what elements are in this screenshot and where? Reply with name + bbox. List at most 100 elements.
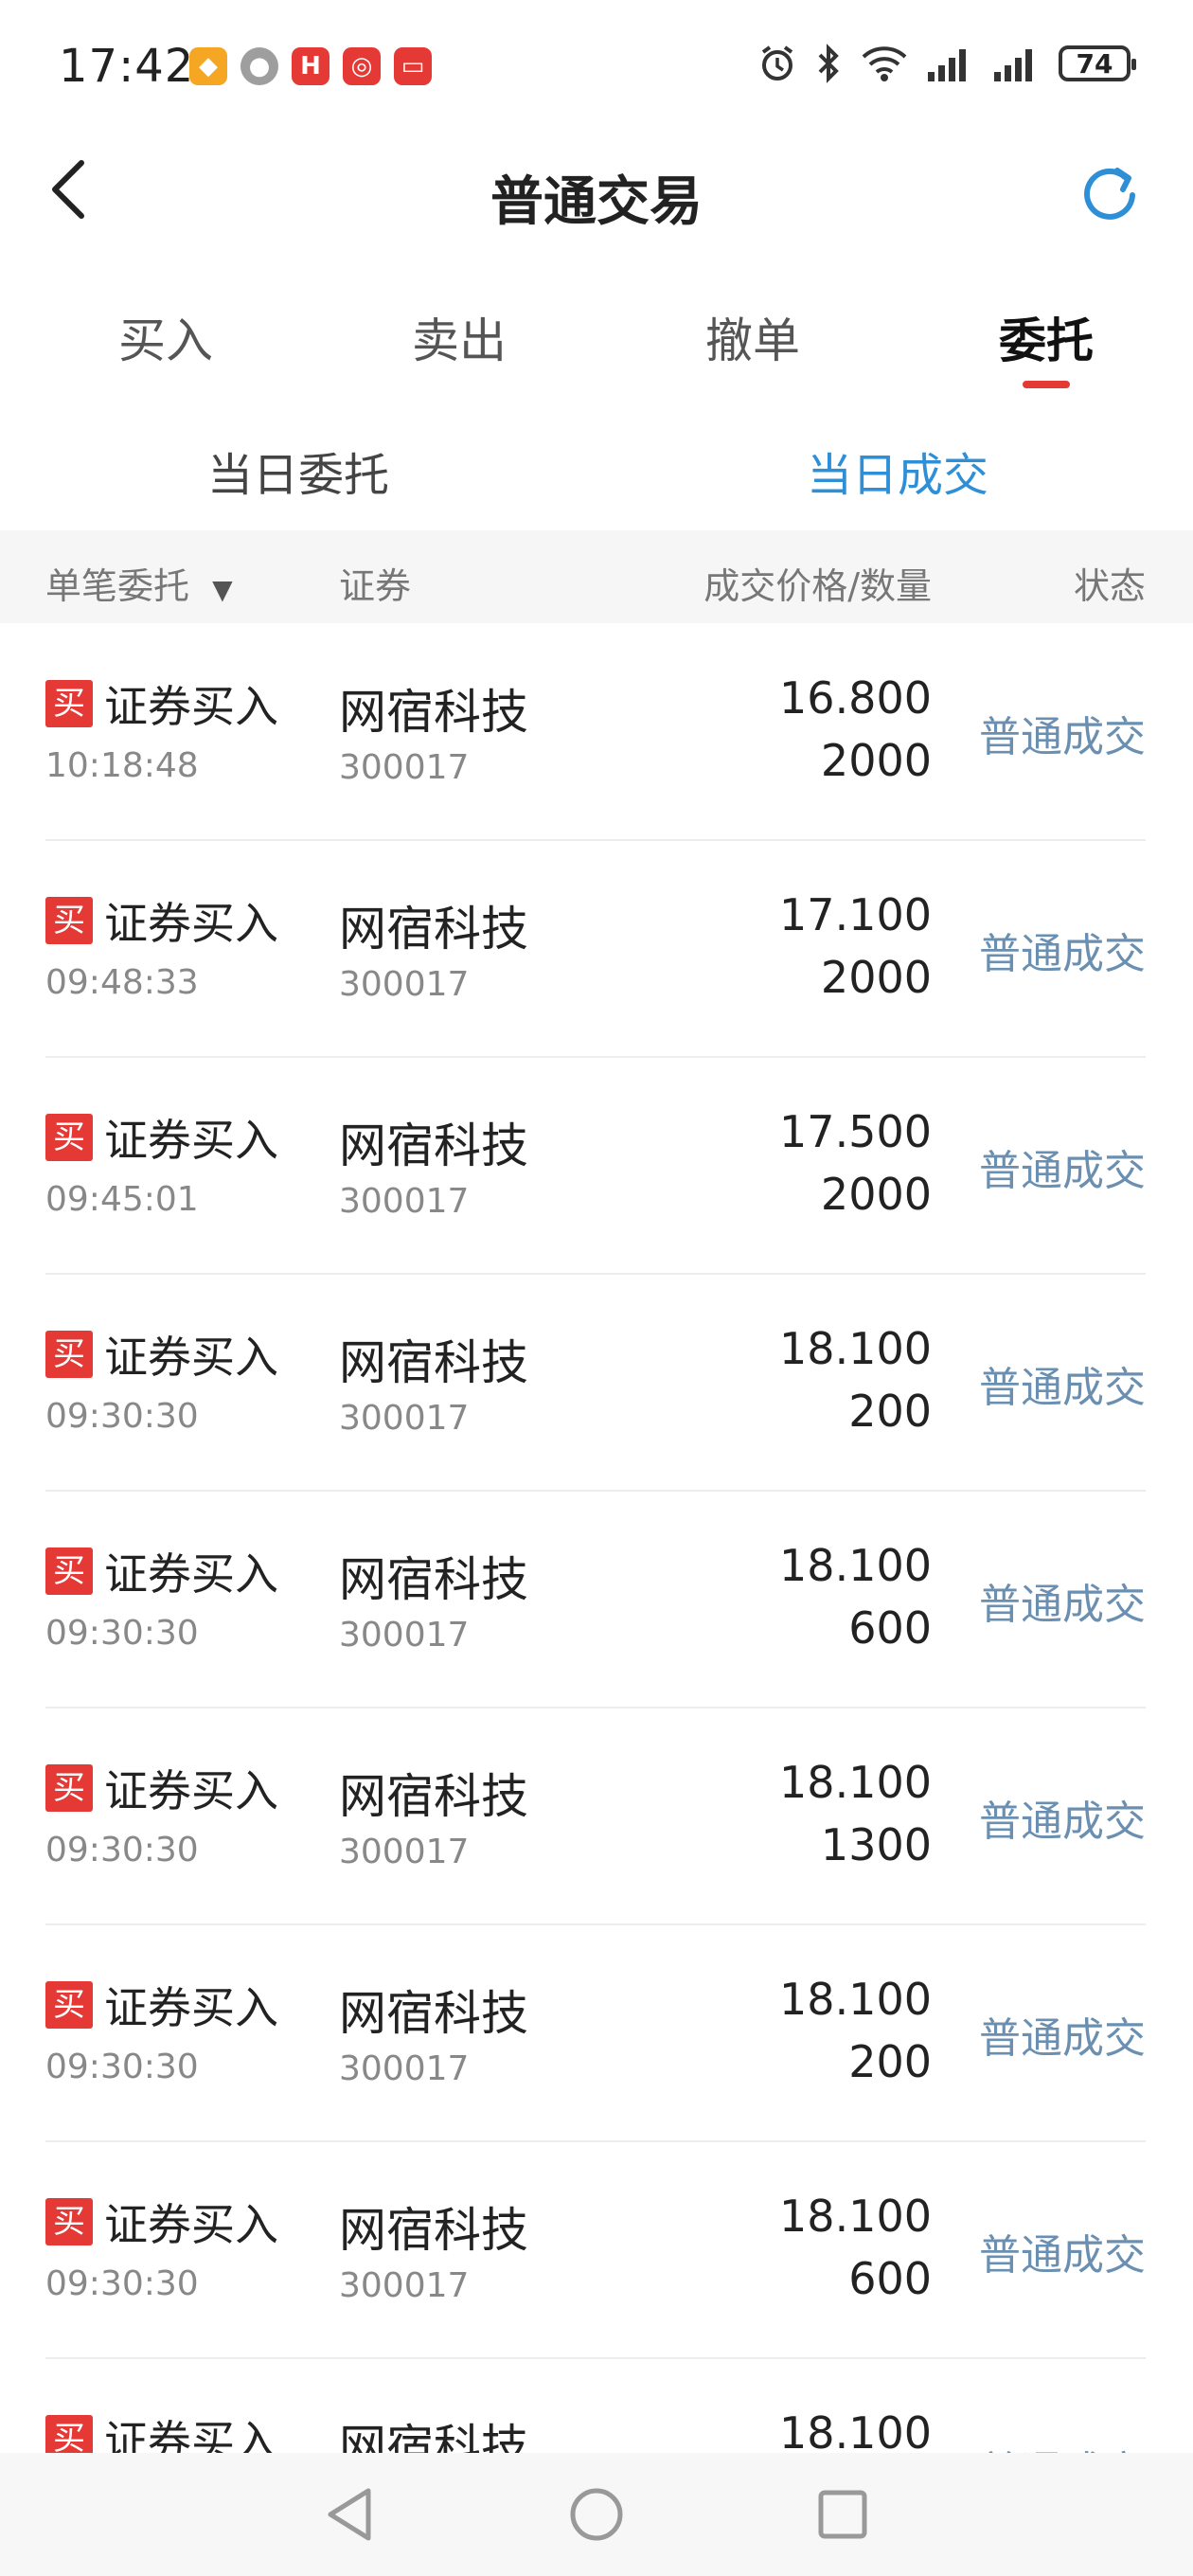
back-triangle-icon[interactable] [317,2481,383,2548]
caret-down-icon: ▼ [212,574,233,605]
security-name: 网宿科技 [339,1118,528,1173]
status-time: 17:42 [59,40,195,93]
column-status: 状态 [1073,565,1146,607]
filter-dropdown[interactable]: 单笔委托 ▼ [45,557,233,609]
trade-status: 普通成交 [979,2014,1146,2063]
security-name: 网宿科技 [339,1552,528,1607]
security-name: 网宿科技 [339,2203,528,2258]
tab-orders[interactable]: 委托 [952,303,1141,388]
tab-orders-label: 委托 [999,313,1094,368]
sub-tabs: 当日委托 当日成交 [0,417,1193,547]
trade-price: 16.800 [779,672,932,724]
trade-row[interactable]: 买 证券买入 09:48:33 网宿科技 300017 17.100 2000 … [45,840,1146,1058]
trade-row[interactable]: 买 证券买入 09:30:30 网宿科技 300017 18.100 200 普… [45,1274,1146,1492]
trade-row[interactable]: 买 证券买入 09:45:01 网宿科技 300017 17.500 2000 … [45,1057,1146,1275]
header: 普通交易 [0,133,1193,246]
trade-status: 普通成交 [979,2438,1146,2453]
bluetooth-icon [818,44,839,83]
system-icons: 74 [757,44,1136,83]
trade-row[interactable]: 买 证券买入 10:18:48 网宿科技 300017 16.800 2000 … [45,623,1146,841]
tab-sell[interactable]: 卖出 [365,303,554,371]
tab-buy[interactable]: 买入 [71,303,260,371]
trade-quantity: 600 [848,2253,932,2304]
trade-price: 18.100 [779,1323,932,1374]
buy-badge: 买 [45,1114,93,1161]
trade-quantity: 2000 [820,735,932,786]
buy-badge: 买 [45,680,93,727]
trade-price: 18.100 [779,1757,932,1808]
alarm-icon [761,45,793,80]
recents-square-icon[interactable] [810,2481,876,2548]
security-code: 300017 [339,2049,470,2088]
trade-row[interactable]: 买 证券买入 09:30:30 网宿科技 300017 18.100 1300 … [45,1708,1146,1925]
tab-today-orders[interactable]: 当日委托 [147,438,450,504]
trade-type: 证券买入 [104,898,278,949]
security-name: 网宿科技 [339,2420,528,2453]
buy-badge: 买 [45,1331,93,1378]
security-code: 300017 [339,2266,470,2305]
buy-badge: 买 [45,1981,93,2029]
trade-price: 18.100 [779,2191,932,2242]
security-code: 300017 [339,1616,470,1655]
main-tabs: 买入 卖出 撤单 委托 [0,284,1193,398]
huawei-icon: H [292,47,329,85]
buy-badge: 买 [45,1764,93,1812]
mail-icon: ▭ [394,47,432,85]
news-icon: ◎ [343,47,381,85]
trade-type: 证券买入 [104,1548,278,1600]
home-circle-icon[interactable] [563,2481,630,2548]
trade-quantity: 200 [848,1386,932,1437]
tab-cancel[interactable]: 撤单 [658,303,847,371]
page-title: 普通交易 [490,171,703,233]
trade-type: 证券买入 [104,681,278,732]
taobao-icon: ◆ [189,47,227,85]
trade-type: 证券买入 [104,1765,278,1816]
trade-list: 买 证券买入 10:18:48 网宿科技 300017 16.800 2000 … [0,623,1193,2453]
trade-row[interactable]: 买 证券买入 09:30:30 网宿科技 300017 18.100 200 普… [45,1924,1146,2142]
buy-badge: 买 [45,2415,93,2453]
trade-row[interactable]: 买 证券买入 09:30:30 网宿科技 300017 18.100 600 普… [45,2141,1146,2359]
security-code: 300017 [339,1833,470,1871]
trade-quantity: 200 [848,2036,932,2087]
filter-label: 单笔委托 [45,565,190,607]
trade-status: 普通成交 [979,2231,1146,2280]
trade-time: 09:45:01 [45,1180,199,1219]
security-code: 300017 [339,748,470,787]
trade-time: 09:30:30 [45,1397,199,1436]
trade-price: 18.100 [779,2407,932,2453]
trade-quantity: 2000 [820,952,932,1003]
trade-type: 证券买入 [104,1332,278,1383]
security-name: 网宿科技 [339,685,528,740]
signal-icon [928,49,966,81]
trade-quantity: 600 [848,1602,932,1654]
refresh-icon[interactable] [1076,157,1146,227]
security-name: 网宿科技 [339,1769,528,1824]
trade-type: 证券买入 [104,1982,278,2033]
security-code: 300017 [339,1399,470,1438]
active-tab-indicator [1023,381,1070,388]
avatar-icon: ● [240,47,278,85]
trade-type: 证券买入 [104,2416,278,2453]
buy-badge: 买 [45,2198,93,2245]
trade-type: 证券买入 [104,2199,278,2250]
trade-status: 普通成交 [979,1798,1146,1846]
trade-status: 普通成交 [979,713,1146,761]
signal-icon [994,49,1032,81]
trade-type: 证券买入 [104,1115,278,1166]
buy-badge: 买 [45,897,93,944]
trade-price: 17.100 [779,889,932,940]
trade-row[interactable]: 买 证券买入 09:30:30 网宿科技 300017 18.100 600 普… [45,1491,1146,1708]
trade-price: 18.100 [779,1540,932,1591]
security-name: 网宿科技 [339,1335,528,1390]
trade-status: 普通成交 [979,930,1146,978]
column-price-qty: 成交价格/数量 [703,565,932,607]
trade-status: 普通成交 [979,1364,1146,1412]
tab-today-trades[interactable]: 当日成交 [746,438,1049,547]
trade-time: 09:30:30 [45,2048,199,2086]
trade-row[interactable]: 买 证券买入 网宿科技 18.100 普通成交 [45,2358,1146,2453]
trade-price: 18.100 [779,1974,932,2025]
tab-today-trades-label: 当日成交 [806,449,988,502]
trade-status: 普通成交 [979,1581,1146,1629]
buy-badge: 买 [45,1547,93,1595]
notification-icons: ◆ ● H ◎ ▭ [189,47,432,85]
